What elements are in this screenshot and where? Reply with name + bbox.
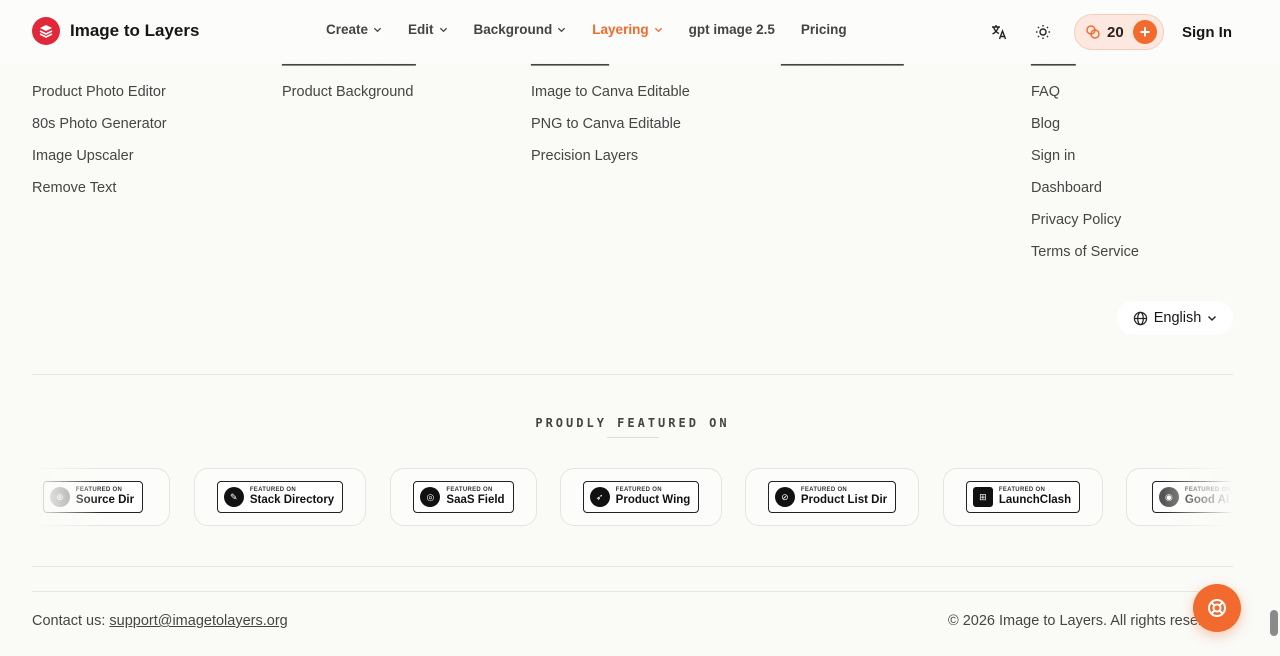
featured-badge: ⊕ FEATURED ON Source Dir [42,481,144,513]
nav-background[interactable]: Background [474,22,567,37]
nav-gpt-image[interactable]: gpt image 2.5 [689,22,775,37]
divider [32,591,1233,592]
sign-in-link[interactable]: Sign In [1182,24,1232,41]
badge-card[interactable]: ◉ FEATURED ON Good AI [1126,468,1233,526]
brand-logo[interactable]: Image to Layers [32,17,199,45]
brand-name: Image to Layers [70,21,200,40]
footer-column-3: Image to Canva Editable PNG to Canva Edi… [531,83,690,166]
main-nav: Create Edit Background Layering gpt imag… [326,22,847,37]
credits-pill[interactable]: 20 + [1074,14,1164,50]
footer-link[interactable]: FAQ [1031,83,1139,102]
footer-link[interactable]: Privacy Policy [1031,211,1139,230]
featured-badge: ➶ FEATURED ON Product Wing [582,481,700,513]
sun-icon[interactable] [1030,14,1056,50]
divider [32,374,1233,375]
heading-underline [607,437,659,438]
footer-link[interactable]: Sign in [1031,147,1139,166]
featured-heading: PROUDLY FEATURED ON [535,416,730,430]
badge-logo-icon: ⊘ [774,487,795,507]
nav-create[interactable]: Create [326,22,382,37]
badge-logo-icon: ➶ [589,487,610,507]
badge-logo-icon: ✎ [223,487,244,507]
footer-link[interactable]: Image Upscaler [32,147,167,166]
footer-link[interactable]: Precision Layers [531,147,690,166]
chevron-down-icon [373,27,382,33]
language-selector[interactable]: English [1117,301,1233,335]
badge-card[interactable]: ➶ FEATURED ON Product Wing [560,468,722,526]
coins-icon [1086,25,1100,39]
layers-logo-icon [32,17,60,45]
badge-card[interactable]: ◎ FEATURED ON SaaS Field [390,468,537,526]
nav-pricing[interactable]: Pricing [801,22,847,37]
chevron-down-icon [558,27,566,33]
help-button[interactable] [1193,584,1241,632]
language-label: English [1153,310,1202,326]
copyright: © 2026 Image to Layers. All rights reser… [948,613,1208,629]
header-actions: 20 + Sign In [986,14,1232,50]
footer-link[interactable]: Product Background [282,83,413,102]
chevron-down-icon [654,27,662,33]
globe-icon [1133,311,1147,325]
nav-edit[interactable]: Edit [408,22,448,37]
footer-link[interactable]: Remove Text [32,179,167,198]
site-header: Image to Layers Create Edit Background L… [0,0,1280,64]
plus-icon[interactable]: + [1133,20,1157,44]
badge-logo-icon: ◎ [420,487,441,507]
chevron-down-icon [1208,316,1217,321]
badge-logo-icon: ⊞ [972,487,993,507]
scrollbar-thumb[interactable] [1270,610,1278,636]
divider [32,566,1233,567]
footer-link[interactable]: PNG to Canva Editable [531,115,690,134]
badge-card[interactable]: ⊞ FEATURED ON LaunchClash [943,468,1103,526]
footer-column-2: Product Background [282,83,413,102]
translate-icon[interactable] [986,14,1012,50]
featured-badge: ✎ FEATURED ON Stack Directory [216,481,344,513]
footer-link[interactable]: Image to Canva Editable [531,83,690,102]
lifebuoy-icon [1208,599,1226,617]
featured-badge: ⊞ FEATURED ON LaunchClash [965,481,1081,513]
badge-logo-icon: ◉ [1158,487,1179,507]
contact-email-link[interactable]: support@imagetolayers.org [109,613,287,629]
featured-badge: ⊘ FEATURED ON Product List Dir [767,481,897,513]
footer-link[interactable]: Dashboard [1031,179,1139,198]
badge-card[interactable]: ✎ FEATURED ON Stack Directory [194,468,366,526]
featured-badge: ◉ FEATURED ON Good AI [1151,481,1233,513]
chevron-down-icon [439,27,447,33]
featured-badges-carousel: ⊕ FEATURED ON Source Dir ✎ FEATURED ON Sta… [32,468,1233,526]
nav-layering[interactable]: Layering [592,22,662,37]
contact-info: Contact us: support@imagetolayers.org [32,613,288,629]
badge-logo-icon: ⊕ [49,487,70,507]
footer-link[interactable]: 80s Photo Generator [32,115,167,134]
footer-link[interactable]: Product Photo Editor [32,83,167,102]
footer-column-5: FAQ Blog Sign in Dashboard Privacy Polic… [1031,83,1139,262]
footer-link[interactable]: Terms of Service [1031,243,1139,262]
featured-badge: ◎ FEATURED ON SaaS Field [413,481,514,513]
badge-card[interactable]: ⊕ FEATURED ON Source Dir [32,468,170,526]
badge-card[interactable]: ⊘ FEATURED ON Product List Dir [745,468,919,526]
footer-link[interactable]: Blog [1031,115,1139,134]
footer-column-1: Product Photo Editor 80s Photo Generator… [32,83,167,198]
credits-count: 20 [1107,23,1124,41]
